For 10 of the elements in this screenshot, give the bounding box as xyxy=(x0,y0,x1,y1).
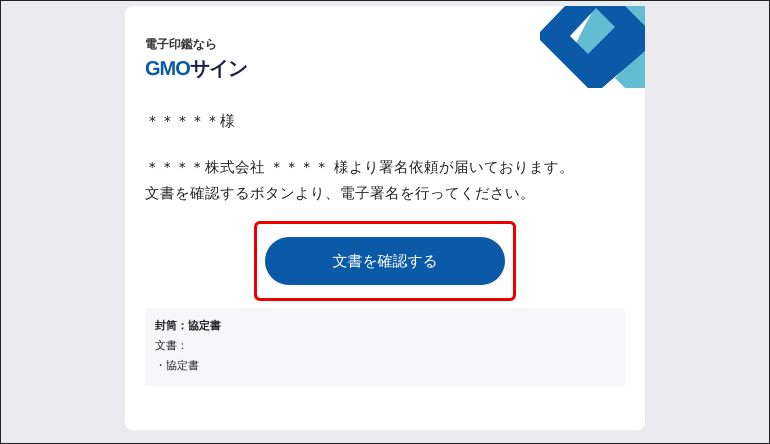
greeting-text: ＊＊＊＊＊様 xyxy=(145,112,236,131)
brand-logo: GMOサイン xyxy=(145,55,247,82)
brand-mark-icon xyxy=(540,6,645,88)
message-line: 文書を確認するボタンより、電子署名を行ってください。 xyxy=(145,185,536,204)
document-item: ・協定書 xyxy=(155,358,200,374)
logo-tagline: 電子印鑑なら xyxy=(145,36,217,53)
review-document-button[interactable]: 文書を確認する xyxy=(265,237,505,285)
envelope-text: 封筒：協定書 xyxy=(155,318,222,334)
message-line: ＊＊＊＊株式会社 ＊＊＊＊ 様より署名依頼が届いております。 xyxy=(145,159,576,178)
documents-label: 文書： xyxy=(155,338,189,354)
